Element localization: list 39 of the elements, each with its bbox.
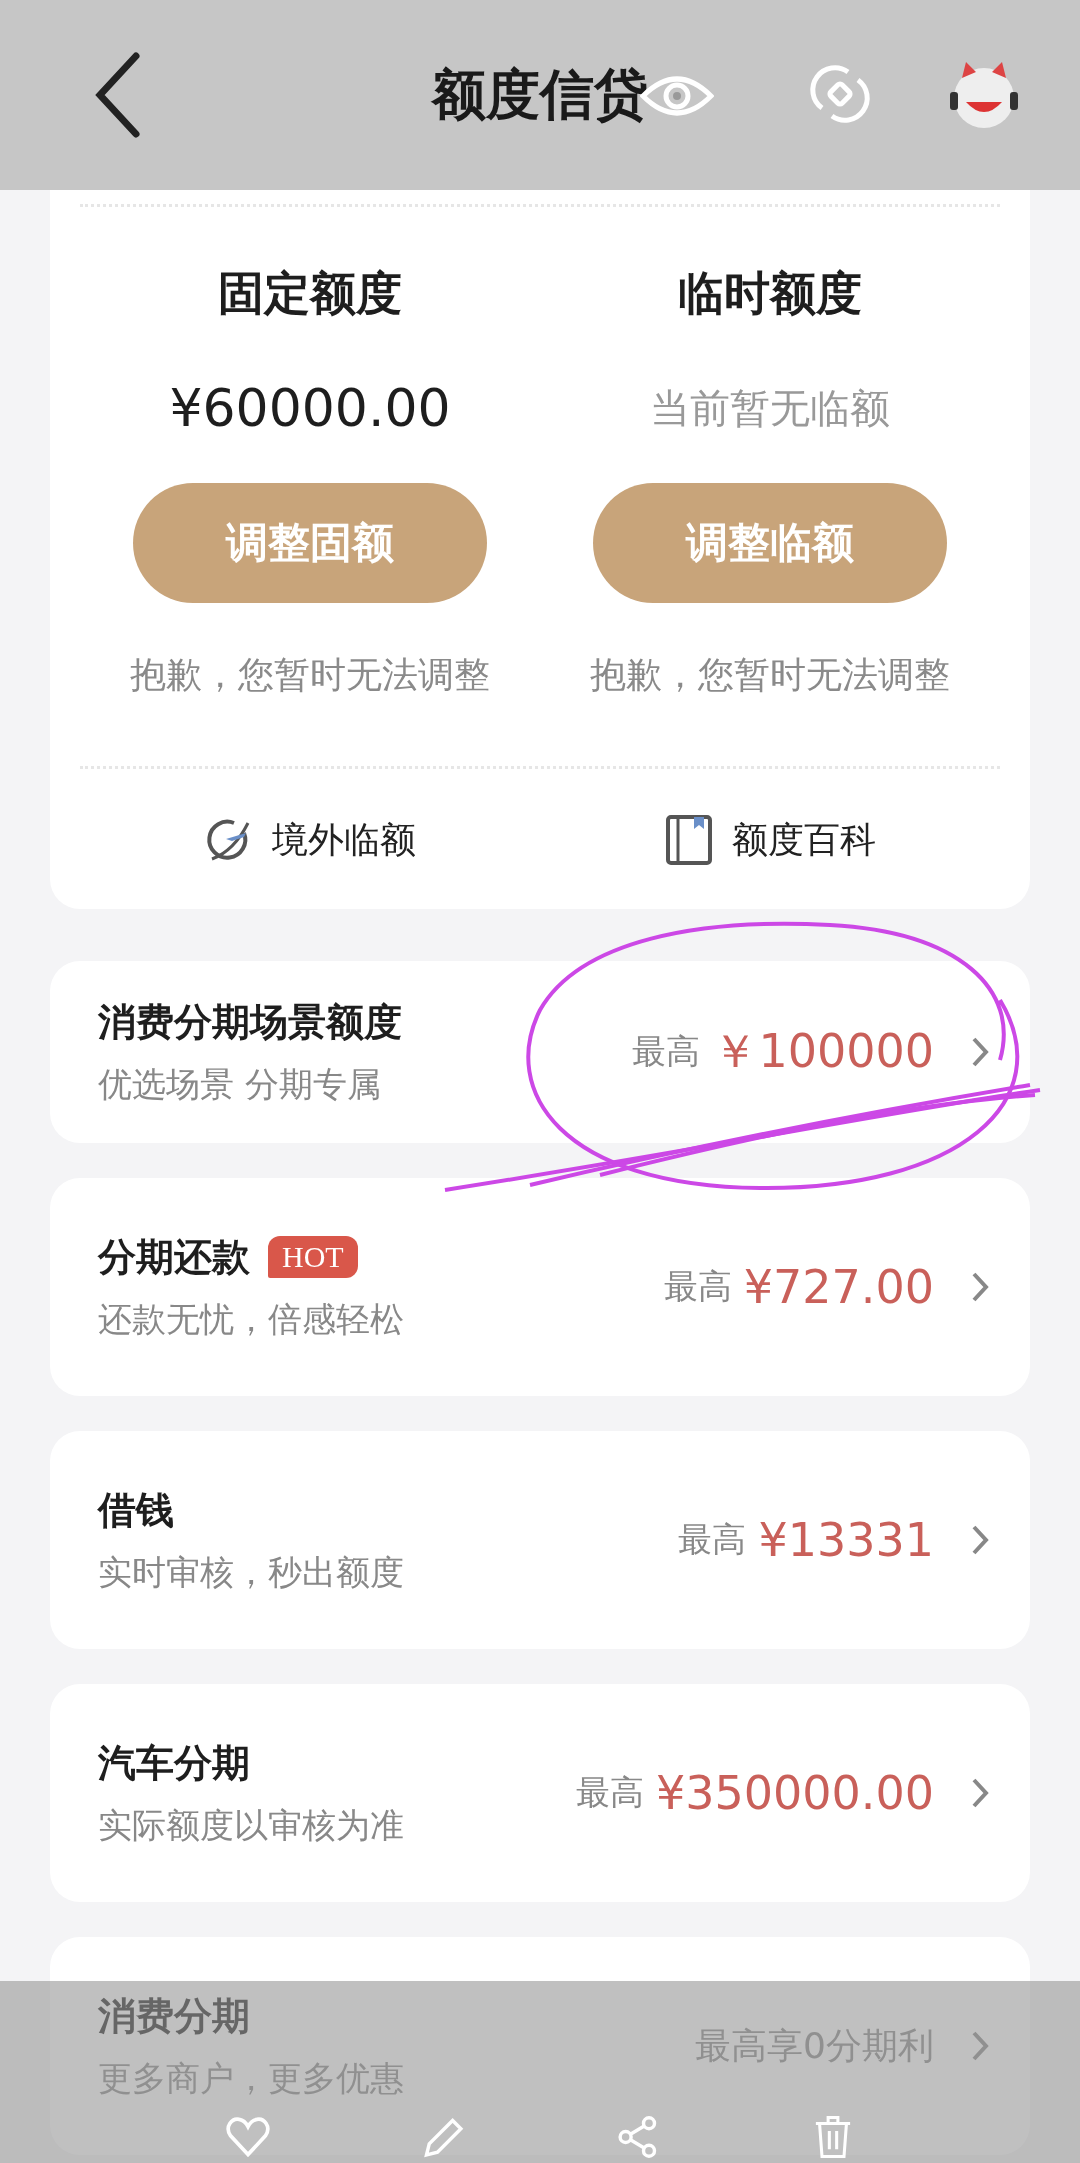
max-label: 最高	[632, 1030, 701, 1073]
product-subtitle: 还款无忧，倍感轻松	[98, 1297, 404, 1341]
book-icon	[664, 815, 714, 865]
product-subtitle: 优选场景 分期专属	[98, 1062, 382, 1106]
product-title: 汽车分期	[98, 1739, 250, 1787]
product-card[interactable]: 借钱 实时审核，秒出额度 最高 ¥13331	[50, 1431, 1030, 1649]
product-subtitle: 实时审核，秒出额度	[98, 1550, 404, 1594]
limit-title: 临时额度	[678, 265, 862, 322]
max-amount: ¥350000.00	[655, 1766, 934, 1820]
max-label: 最高	[575, 1771, 644, 1814]
page-title: 额度信贷	[432, 61, 648, 128]
limit-title: 固定额度	[218, 265, 402, 322]
product-title: 分期还款	[98, 1233, 250, 1281]
heart-icon[interactable]	[225, 2115, 270, 2159]
chevron-icon	[970, 2029, 990, 2063]
hot-badge: HOT	[268, 1236, 358, 1278]
limit-note: 抱歉，您暂时无法调整	[130, 653, 490, 697]
rotate-icon[interactable]	[808, 62, 872, 126]
limit-note: 抱歉，您暂时无法调整	[590, 653, 950, 697]
product-title: 借钱	[98, 1486, 174, 1534]
product-title: 消费分期场景额度	[98, 998, 402, 1046]
max-amount: ¥13331	[758, 1513, 934, 1567]
product-card[interactable]: 汽车分期 实际额度以审核为准 最高 ¥350000.00	[50, 1684, 1030, 1902]
chevron-icon	[970, 1035, 990, 1069]
max-label: 最高	[663, 1265, 732, 1308]
product-subtitle: 实际额度以审核为准	[98, 1803, 404, 1847]
product-card[interactable]: 消费分期场景额度 优选场景 分期专属 最高 ￥100000	[50, 961, 1030, 1143]
max-amount: ¥727.00	[743, 1260, 934, 1314]
info-link[interactable]: 额度百科	[540, 815, 1000, 865]
limit-amount: ¥60000.00	[169, 377, 451, 440]
chevron-icon	[970, 1270, 990, 1304]
info-link[interactable]: 境外临额	[80, 815, 540, 865]
max-label: 最高	[678, 1518, 747, 1561]
max-amount: ￥100000	[712, 1023, 934, 1080]
chevron-icon	[970, 1523, 990, 1557]
product-title: 消费分期	[98, 1992, 250, 2040]
chevron-icon	[970, 1776, 990, 1810]
product-card[interactable]: 分期还款 HOT 还款无忧，倍感轻松 最高 ¥727.00	[50, 1178, 1030, 1396]
limit-amount: 当前暂无临额	[650, 384, 890, 433]
